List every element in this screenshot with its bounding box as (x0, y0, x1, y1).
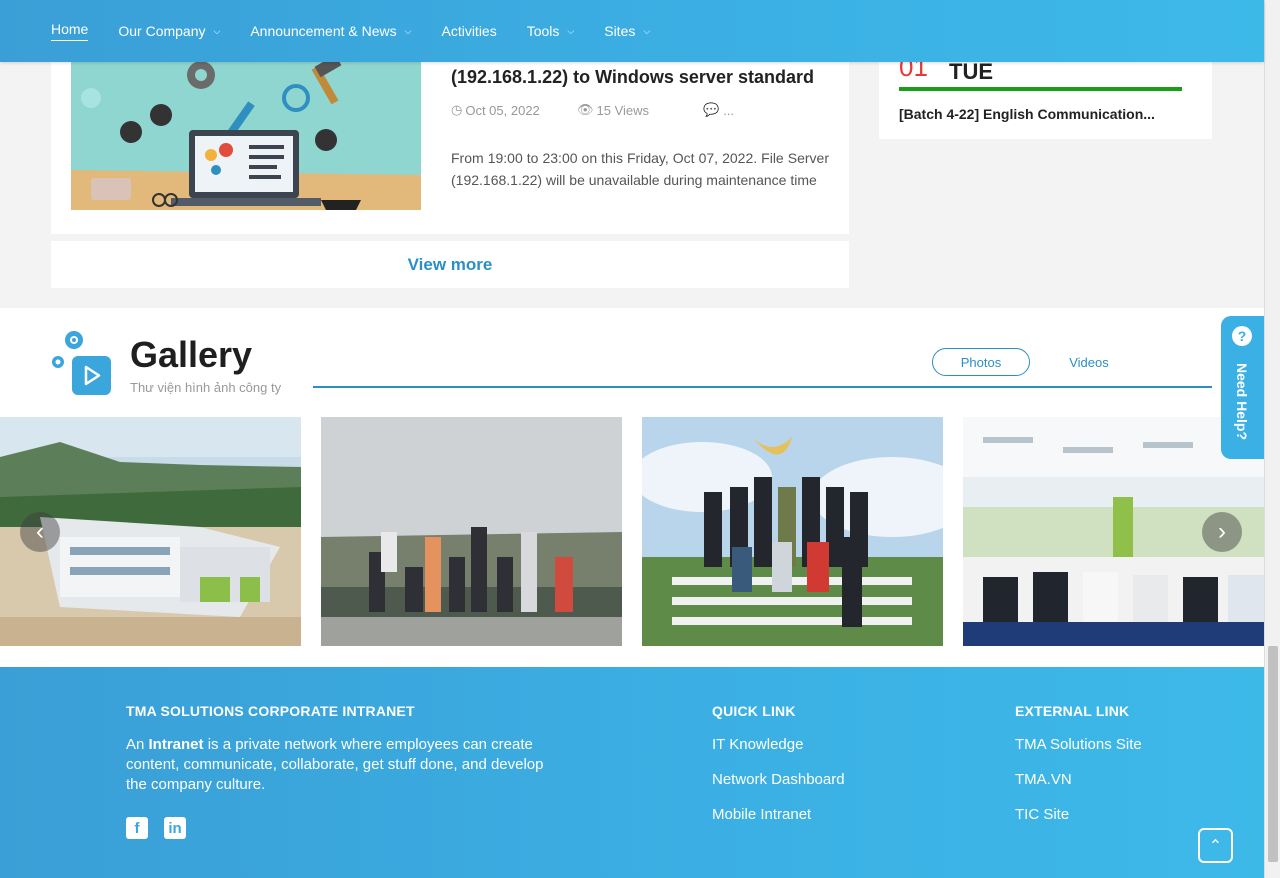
nav-item-announcement-news[interactable]: Announcement & News ⌵ (250, 23, 411, 39)
quick-link-network-dashboard[interactable]: Network Dashboard (712, 771, 845, 788)
eye-icon: 👁 (577, 102, 594, 117)
news-date: Oct 05, 2022 (465, 102, 540, 118)
news-views: 15 Views (596, 102, 650, 118)
chevron-down-icon: ⌵ (213, 25, 221, 36)
gallery-divider (313, 386, 1212, 388)
nav-item-sites[interactable]: Sites ⌵ (604, 23, 650, 39)
news-title[interactable]: (192.168.1.22) to Windows server standar… (451, 67, 831, 88)
chevron-down-icon: ⌵ (404, 25, 412, 36)
nav-item-label: Home (51, 21, 89, 37)
nav-item-label: Tools (526, 23, 560, 39)
gallery-subtitle: Thư viện hình ảnh công ty (130, 380, 282, 395)
need-help-button[interactable]: ? Need Help? (1221, 316, 1264, 459)
gallery-section: Gallery Thư viện hình ảnh công ty Photos… (0, 308, 1264, 667)
main-menu: Home Our Company ⌵ Announcement & News ⌵ A… (51, 0, 680, 62)
event-title[interactable]: [Batch 4-22] English Communication... (899, 106, 1184, 122)
event-divider (899, 87, 1182, 91)
footer-about-bold: Intranet (148, 736, 204, 753)
news-meta: ◷ Oct 05, 2022 👁 15 Views 💬 ... (451, 102, 734, 118)
question-icon: ? (1232, 326, 1252, 346)
nav-item-label: Announcement & News (250, 23, 397, 39)
linkedin-icon[interactable]: in (164, 817, 186, 839)
footer-quick-heading: QUICK LINK (712, 703, 796, 719)
gallery-icon (52, 331, 111, 395)
chevron-down-icon: ⌵ (567, 25, 575, 36)
nav-item-label: Sites (604, 23, 636, 39)
nav-item-activities[interactable]: Activities (441, 23, 496, 39)
chevron-up-icon: ⌃ (1208, 837, 1223, 855)
quick-link-it-knowledge[interactable]: IT Knowledge (712, 736, 803, 753)
news-description: From 19:00 to 23:00 on this Friday, Oct … (451, 150, 829, 188)
back-to-top-button[interactable]: ⌃ (1198, 828, 1233, 863)
footer-about-text: An Intranet is a private network where e… (126, 735, 546, 795)
tab-photos[interactable]: Photos (932, 348, 1030, 376)
chevron-down-icon: ⌵ (643, 25, 651, 36)
tab-videos[interactable]: Videos (1055, 348, 1123, 376)
need-help-label: Need Help? (1234, 363, 1250, 441)
footer-about-prefix: An (126, 736, 149, 753)
nav-item-label: Activities (441, 23, 497, 39)
nav-item-home[interactable]: Home (51, 21, 89, 41)
gallery-photo[interactable] (642, 417, 943, 646)
footer: TMA SOLUTIONS CORPORATE INTRANET An Intr… (0, 667, 1264, 878)
scrollbar-thumb[interactable] (1268, 646, 1278, 862)
team-stairs-photo (642, 417, 943, 646)
gallery-photo[interactable] (321, 417, 622, 646)
footer-external-heading: EXTERNAL LINK (1015, 703, 1130, 719)
event-day: TUE (949, 59, 993, 84)
news-card: (192.168.1.22) to Windows server standar… (51, 40, 849, 234)
news-comments: ... (723, 102, 735, 118)
maintenance-illustration (71, 60, 421, 210)
gallery-title: Gallery (130, 334, 253, 375)
quick-link-mobile-intranet[interactable]: Mobile Intranet (712, 806, 811, 823)
comment-icon: 💬 (703, 102, 720, 117)
news-thumbnail[interactable] (71, 60, 421, 210)
clock-icon: ◷ (451, 102, 463, 117)
gallery-prev-button[interactable]: ‹ (20, 512, 60, 552)
external-link-tic-site[interactable]: TIC Site (1015, 806, 1069, 823)
external-link-tma-vn[interactable]: TMA.VN (1015, 771, 1072, 788)
footer-about-heading: TMA SOLUTIONS CORPORATE INTRANET (126, 703, 415, 719)
gallery-next-button[interactable]: › (1202, 512, 1242, 552)
facebook-icon[interactable]: f (126, 817, 148, 839)
nav-item-tools[interactable]: Tools ⌵ (527, 23, 575, 39)
chevron-left-icon: ‹ (36, 518, 44, 545)
page-scrollbar[interactable] (1264, 0, 1280, 878)
external-link-tma-solutions[interactable]: TMA Solutions Site (1015, 736, 1142, 753)
chevron-right-icon: › (1218, 518, 1226, 545)
nav-item-label: Our Company (118, 23, 206, 39)
top-navbar: Home Our Company ⌵ Announcement & News ⌵ A… (0, 0, 1264, 62)
nav-item-our-company[interactable]: Our Company ⌵ (118, 23, 220, 39)
view-more-button[interactable]: View more (51, 241, 849, 288)
team-lake-photo (321, 417, 622, 646)
